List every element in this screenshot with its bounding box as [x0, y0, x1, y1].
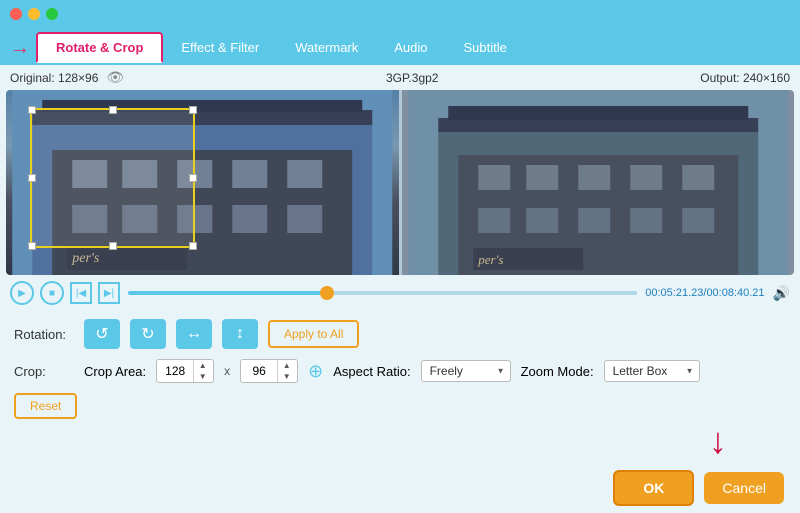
timeline-fill [128, 291, 327, 295]
svg-text:per's: per's [71, 251, 100, 266]
crop-width-up[interactable]: ▲ [194, 360, 211, 371]
crop-height-input[interactable] [241, 360, 277, 382]
window-controls [10, 8, 58, 20]
link-dimensions-icon[interactable]: ⊕ [308, 361, 323, 382]
zoom-mode-label: Zoom Mode: [521, 364, 594, 379]
filename-label: 3GP.3gp2 [386, 71, 439, 85]
ok-button[interactable]: OK [613, 470, 694, 506]
controls-area: Rotation: ↺ ↻ ↔ ↕ Apply to All Crop: Cro… [0, 311, 800, 427]
info-left: Original: 128×96 👁 [10, 69, 124, 86]
crop-handle-tl[interactable] [28, 106, 36, 114]
video-right-panel: per's [402, 90, 795, 275]
reset-button[interactable]: Reset [14, 393, 77, 419]
crop-width-input[interactable] [157, 360, 193, 382]
eye-icon[interactable]: 👁 [106, 69, 124, 86]
crop-width-down[interactable]: ▼ [194, 371, 211, 382]
crop-row: Crop: Crop Area: ▲ ▼ x ▲ ▼ ⊕ Aspect Rati… [14, 359, 786, 383]
tab-subtitle[interactable]: Subtitle [446, 34, 525, 61]
crop-handle-mr[interactable] [189, 174, 197, 182]
ok-arrow-indicator: ↓ [709, 423, 727, 459]
minimize-button[interactable] [28, 8, 40, 20]
aspect-ratio-label: Aspect Ratio: [333, 364, 410, 379]
crop-selection-box[interactable] [30, 108, 195, 248]
volume-icon[interactable]: 🔊 [773, 285, 790, 302]
crop-width-input-wrapper: ▲ ▼ [156, 359, 214, 383]
tab-rotate-crop[interactable]: Rotate & Crop [36, 32, 163, 63]
timeline-area: ▶ ■ |◀ ▶| 00:05:21.23/00:08:40.21 🔊 [0, 275, 800, 311]
play-button[interactable]: ▶ [10, 281, 34, 305]
flip-horizontal-button[interactable]: ↔ [176, 319, 212, 349]
crop-height-up[interactable]: ▲ [278, 360, 295, 371]
time-display: 00:05:21.23/00:08:40.21 [645, 287, 764, 299]
next-frame-button[interactable]: ▶| [98, 282, 120, 304]
crop-height-down[interactable]: ▼ [278, 371, 295, 382]
cancel-button[interactable]: Cancel [704, 472, 784, 504]
crop-height-input-wrapper: ▲ ▼ [240, 359, 298, 383]
crop-width-spinners: ▲ ▼ [193, 360, 211, 382]
tab-bar: → Rotate & Crop Effect & Filter Watermar… [0, 28, 800, 65]
flip-vertical-button[interactable]: ↕ [222, 319, 258, 349]
crop-label: Crop: [14, 364, 74, 379]
timeline-track[interactable] [128, 291, 637, 295]
tab-watermark[interactable]: Watermark [277, 34, 376, 61]
aspect-ratio-select[interactable]: Freely 16:9 4:3 1:1 [421, 360, 511, 382]
original-size-label: Original: 128×96 [10, 71, 98, 85]
info-bar: Original: 128×96 👁 3GP.3gp2 Output: 240×… [0, 65, 800, 90]
crop-handle-bl[interactable] [28, 242, 36, 250]
bottom-bar: OK Cancel [0, 463, 800, 513]
play-controls: ▶ ■ |◀ ▶| [10, 281, 120, 305]
crop-handle-br[interactable] [189, 242, 197, 250]
close-button[interactable] [10, 8, 22, 20]
svg-text:per's: per's [477, 252, 503, 267]
tab-audio[interactable]: Audio [376, 34, 445, 61]
video-left-panel: per's [6, 90, 399, 275]
output-size-label: Output: 240×160 [700, 71, 790, 85]
crop-handle-tr[interactable] [189, 106, 197, 114]
stop-button[interactable]: ■ [40, 281, 64, 305]
zoom-mode-select-wrapper: Letter Box Pan & Scan Full [604, 360, 700, 382]
rotation-label: Rotation: [14, 327, 74, 342]
title-bar [0, 0, 800, 28]
crop-area-label: Crop Area: [84, 364, 146, 379]
maximize-button[interactable] [46, 8, 58, 20]
total-time: 00:08:40.21 [706, 287, 764, 299]
apply-to-all-button[interactable]: Apply to All [268, 320, 359, 348]
prev-frame-button[interactable]: |◀ [70, 282, 92, 304]
tab-arrow-icon: → [10, 38, 30, 58]
zoom-mode-select[interactable]: Letter Box Pan & Scan Full [604, 360, 700, 382]
rotate-cw-button[interactable]: ↻ [130, 319, 166, 349]
reset-row: Reset [14, 393, 786, 419]
crop-handle-bm[interactable] [109, 242, 117, 250]
tab-effect-filter[interactable]: Effect & Filter [163, 34, 277, 61]
crop-x-separator: x [224, 364, 230, 378]
video-preview-svg-right: per's [402, 90, 795, 275]
crop-handle-tm[interactable] [109, 106, 117, 114]
rotate-ccw-button[interactable]: ↺ [84, 319, 120, 349]
timeline-thumb[interactable] [320, 286, 334, 300]
aspect-ratio-select-wrapper: Freely 16:9 4:3 1:1 [421, 360, 511, 382]
video-preview-area: per's [6, 90, 794, 275]
crop-handle-ml[interactable] [28, 174, 36, 182]
current-time: 00:05:21.23 [645, 287, 703, 299]
rotation-row: Rotation: ↺ ↻ ↔ ↕ Apply to All [14, 319, 786, 349]
crop-height-spinners: ▲ ▼ [277, 360, 295, 382]
